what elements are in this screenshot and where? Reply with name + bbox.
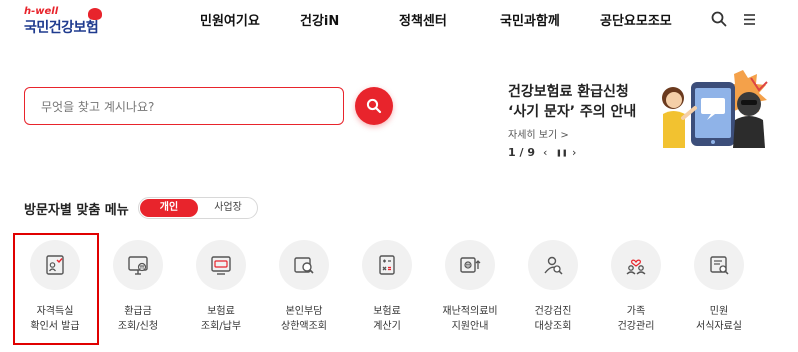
notice-title-line1[interactable]: 건강보험료 환급신청: [508, 82, 629, 102]
menu-item-forms[interactable]: 민원 서식자료실: [677, 240, 761, 340]
svg-text:₩: ₩: [466, 263, 471, 269]
menu-label: 본인부담 상한액조회: [281, 306, 327, 332]
global-nav: 민원여기요 건강iN 정책센터 국민과함께 공단요모조모: [0, 10, 798, 30]
checkup-search-icon: [544, 256, 563, 275]
tab-personal[interactable]: 개인: [140, 199, 198, 217]
menu-label: 보험료 계산기: [373, 306, 401, 332]
svg-text:₩: ₩: [140, 265, 145, 271]
search-button-icon: [366, 98, 382, 114]
menu-item-copay-limit[interactable]: 본인부담 상한액조회: [262, 240, 346, 340]
refund-monitor-icon: ₩: [128, 256, 148, 275]
search-box: [24, 87, 344, 125]
copay-search-icon: [294, 257, 314, 274]
nav-item-civil[interactable]: 민원여기요: [200, 10, 260, 29]
visitor-type-toggle: 개인 사업장: [138, 197, 258, 219]
family-icon: [626, 259, 646, 275]
menu-icon[interactable]: [740, 10, 758, 28]
menu-label: 가족 건강관리: [617, 306, 655, 332]
menu-label: 민원 서식자료실: [696, 306, 742, 332]
nav-item-policy[interactable]: 정책센터: [399, 10, 447, 29]
menu-label: 재난적의료비 지원안내: [442, 306, 498, 332]
nav-item-about[interactable]: 공단요모조모: [600, 10, 672, 29]
tab-business[interactable]: 사업장: [199, 199, 257, 217]
menu-item-refund[interactable]: ₩ 환급금 조회/신청: [96, 240, 180, 340]
forms-icon: [710, 256, 729, 275]
scam-warning-illustration: [662, 70, 768, 148]
menu-label: 환급금 조회/신청: [117, 306, 159, 332]
premium-payment-icon: [211, 256, 231, 275]
menu-item-health-checkup[interactable]: 건강검진 대상조회: [511, 240, 595, 340]
calculator-icon: [379, 255, 395, 275]
selection-highlight-box: [13, 233, 99, 345]
section-title: 방문자별 맞춤 메뉴: [24, 203, 129, 218]
search-input[interactable]: [41, 97, 331, 117]
banner-page-counter: 1 / 9: [508, 146, 535, 159]
menu-label: 건강검진 대상조회: [534, 306, 572, 332]
menu-item-catastrophic-medical[interactable]: ₩ 재난적의료비 지원안내: [428, 240, 512, 340]
notice-title-line2[interactable]: ‘사기 문자’ 주의 안내: [508, 102, 636, 122]
nav-item-health-in[interactable]: 건강iN: [300, 10, 339, 29]
menu-item-premium-payment[interactable]: 보험료 조회/납부: [179, 240, 263, 340]
notice-more-link[interactable]: 자세히 보기 >: [508, 126, 569, 141]
menu-label: 보험료 조회/납부: [200, 306, 242, 332]
banner-pause-button[interactable]: ❚❚: [556, 149, 568, 157]
nav-item-together[interactable]: 국민과함께: [500, 10, 560, 29]
medical-support-icon: ₩: [460, 257, 481, 273]
banner-next-button[interactable]: ›: [572, 146, 576, 159]
menu-item-family-health[interactable]: 가족 건강관리: [594, 240, 678, 340]
search-icon[interactable]: [710, 10, 728, 28]
banner-prev-button[interactable]: ‹: [543, 146, 547, 159]
menu-item-calculator[interactable]: 보험료 계산기: [345, 240, 429, 340]
search-button[interactable]: [355, 87, 393, 125]
